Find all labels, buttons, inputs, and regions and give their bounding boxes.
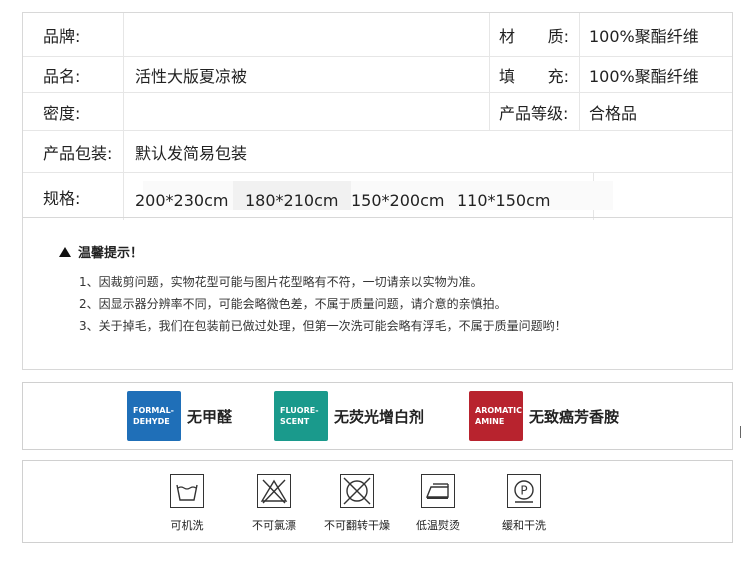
no-bleach-icon: [257, 474, 291, 508]
fluorescent-tile: FLUORE- SCENT: [274, 391, 328, 441]
spec-row-brand: 品牌: 材质: 100%聚酯纤维: [23, 13, 732, 57]
tip-line: 2、因显示器分辨率不同，可能会略微色差，不属于质量问题，请介意的亲慎拍。: [79, 297, 507, 311]
package-label: 产品包装:: [43, 143, 113, 163]
spec-row-density: 密度: 产品等级: 合格品: [23, 93, 732, 131]
badge-text: 无致癌芳香胺: [529, 407, 620, 426]
edge-mark: [740, 426, 741, 438]
tips-divider: [23, 217, 732, 218]
name-value: 活性大版夏凉被: [135, 66, 248, 86]
material-label: 材质:: [499, 26, 569, 46]
spec-row-name: 品名: 活性大版夏凉被 填充: 100%聚酯纤维: [23, 57, 732, 93]
grade-value: 合格品: [589, 103, 638, 123]
density-label: 密度:: [43, 103, 81, 123]
no-tumble-dry-icon: [340, 474, 374, 508]
care-item: 可机洗: [142, 474, 232, 533]
material-value: 100%聚酯纤维: [589, 26, 699, 46]
badge-text: 无甲醛: [187, 407, 233, 426]
spec-row-package: 产品包装: 默认发简易包装: [23, 131, 732, 173]
spec-table-box: 品牌: 材质: 100%聚酯纤维 品名: 活性大版夏凉被 填充: 100%聚酯纤…: [22, 12, 733, 370]
care-item: 不可氯漂: [229, 474, 319, 533]
fill-label: 填充:: [499, 66, 569, 86]
care-item: 不可翻转干燥: [312, 474, 402, 533]
care-item: P 缓和干洗: [479, 474, 569, 533]
badge-text: 无荧光增白剂: [334, 407, 425, 426]
name-label: 品名:: [43, 66, 81, 86]
size-label: 规格:: [43, 188, 81, 208]
tips-title: 温馨提示！: [59, 242, 143, 261]
spec-table: 品牌: 材质: 100%聚酯纤维 品名: 活性大版夏凉被 填充: 100%聚酯纤…: [23, 13, 732, 220]
machine-wash-icon: [170, 474, 204, 508]
brand-label: 品牌:: [43, 26, 81, 46]
badge-fluorescent: FLUORE- SCENT 无荧光增白剂: [274, 391, 424, 441]
svg-text:P: P: [520, 484, 527, 498]
fill-value: 100%聚酯纤维: [589, 66, 699, 86]
care-item: 低温熨烫: [393, 474, 483, 533]
tip-line: 3、关于掉毛，我们在包装前已做过处理，但第一次洗可能会略有浮毛，不属于质量问题哟…: [79, 319, 567, 333]
care-instructions: 可机洗 不可氯漂 不可翻转干燥 低温熨烫 P 缓和干洗: [22, 460, 733, 543]
badge-aromatic-amine: AROMATIC AMINE 无致癌芳香胺: [469, 391, 619, 441]
gentle-dry-clean-icon: P: [507, 474, 541, 508]
spec-row-size: 规格: 200*230cm 180*210cm 150*200cm 110*15…: [23, 173, 732, 220]
warning-triangle-icon: [59, 246, 71, 257]
low-iron-icon: [421, 474, 455, 508]
safety-badges: FORMAL- DEHYDE 无甲醛 FLUORE- SCENT 无荧光增白剂 AR…: [22, 382, 733, 450]
badge-formaldehyde: FORMAL- DEHYDE 无甲醛: [127, 391, 232, 441]
package-value: 默认发简易包装: [135, 143, 248, 163]
tip-line: 1、因裁剪问题，实物花型可能与图片花型略有不符，一切请亲以实物为准。: [79, 275, 483, 289]
formaldehyde-tile: FORMAL- DEHYDE: [127, 391, 181, 441]
aromatic-amine-tile: AROMATIC AMINE: [469, 391, 523, 441]
grade-label: 产品等级:: [499, 103, 569, 123]
